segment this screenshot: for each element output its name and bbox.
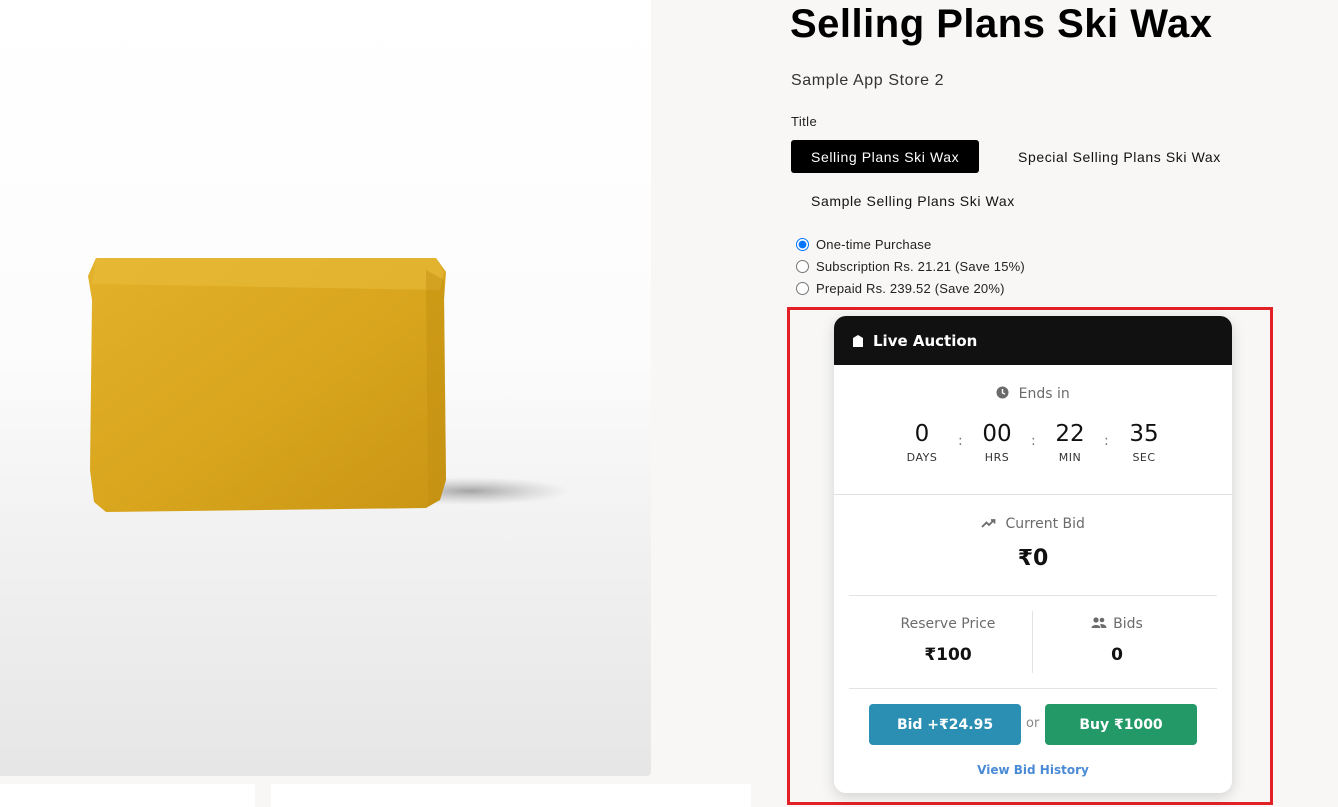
plan-prepaid[interactable]: Prepaid Rs. 239.52 (Save 20%) (795, 281, 1005, 296)
bids-value: 0 (1111, 645, 1123, 665)
thumbnail-2[interactable] (271, 784, 751, 807)
users-icon (1091, 617, 1107, 628)
bid-count: Bids 0 (1025, 616, 1209, 665)
buy-now-button[interactable]: Buy ₹1000 (1045, 704, 1197, 745)
countdown-unit: MIN (1058, 451, 1082, 464)
countdown-value: 35 (1129, 421, 1159, 447)
current-bid-value: ₹0 (1017, 546, 1049, 571)
bids-label: Bids (1025, 616, 1209, 632)
place-bid-button[interactable]: Bid +₹24.95 (869, 704, 1021, 745)
countdown-value: 22 (1055, 421, 1085, 447)
clock-icon (996, 386, 1009, 399)
product-image[interactable] (0, 0, 651, 776)
reserve-price: Reserve Price ₹100 (856, 616, 1040, 665)
divider (849, 595, 1217, 596)
ski-wax-bar-image (88, 258, 570, 512)
reserve-price-value: ₹100 (924, 645, 972, 665)
variant-sample-selling-plans-ski-wax[interactable]: Sample Selling Plans Ski Wax (791, 184, 1035, 217)
countdown-value: 00 (982, 421, 1012, 447)
bids-label-text: Bids (1113, 616, 1143, 632)
ends-in-label: Ends in (1018, 386, 1070, 402)
product-title: Selling Plans Ski Wax (790, 2, 1213, 46)
tag-icon (853, 334, 863, 347)
ends-in: Ends in (834, 386, 1232, 402)
plan-subscription[interactable]: Subscription Rs. 21.21 (Save 15%) (795, 259, 1025, 274)
countdown-unit: SEC (1132, 451, 1156, 464)
plan-label: Subscription Rs. 21.21 (Save 15%) (816, 259, 1025, 274)
countdown-days: 0 DAYS (892, 421, 952, 464)
plan-label: One-time Purchase (816, 237, 932, 252)
variant-special-selling-plans-ski-wax[interactable]: Special Selling Plans Ski Wax (998, 140, 1241, 173)
countdown-minutes: 22 MIN (1040, 421, 1100, 464)
countdown-separator: : (1031, 433, 1036, 449)
thumbnail-1[interactable] (0, 784, 255, 807)
countdown-separator: : (1104, 433, 1109, 449)
view-bid-history-link[interactable]: View Bid History (834, 763, 1232, 777)
vendor-name: Sample App Store 2 (791, 72, 945, 89)
plan-label: Prepaid Rs. 239.52 (Save 20%) (816, 281, 1005, 296)
or-separator: or (1026, 716, 1040, 731)
auction-title: Live Auction (873, 331, 978, 350)
divider (849, 688, 1217, 689)
countdown-separator: : (958, 433, 963, 449)
current-bid-label: Current Bid (834, 516, 1232, 532)
countdown-unit: HRS (984, 451, 1010, 464)
current-bid-label-text: Current Bid (1005, 516, 1085, 532)
countdown-seconds: 35 SEC (1114, 421, 1174, 464)
countdown-unit: DAYS (906, 451, 938, 464)
plan-radio-prepaid[interactable] (796, 282, 809, 295)
auction-header: Live Auction (834, 316, 1232, 365)
countdown-timer: 0 DAYS : 00 HRS : 22 MIN : 35 SEC (834, 421, 1232, 471)
plan-one-time-purchase[interactable]: One-time Purchase (795, 237, 931, 252)
plan-radio-one-time[interactable] (796, 238, 809, 251)
auction-widget: Live Auction Ends in 0 DAYS : 00 HRS : 2… (834, 316, 1232, 793)
countdown-hours: 00 HRS (967, 421, 1027, 464)
trend-up-icon (981, 519, 996, 528)
variant-selling-plans-ski-wax[interactable]: Selling Plans Ski Wax (791, 140, 980, 173)
divider (834, 494, 1232, 495)
reserve-price-label: Reserve Price (900, 616, 996, 632)
countdown-value: 0 (914, 421, 930, 447)
variant-option-label: Title (791, 114, 818, 129)
plan-radio-subscription[interactable] (796, 260, 809, 273)
